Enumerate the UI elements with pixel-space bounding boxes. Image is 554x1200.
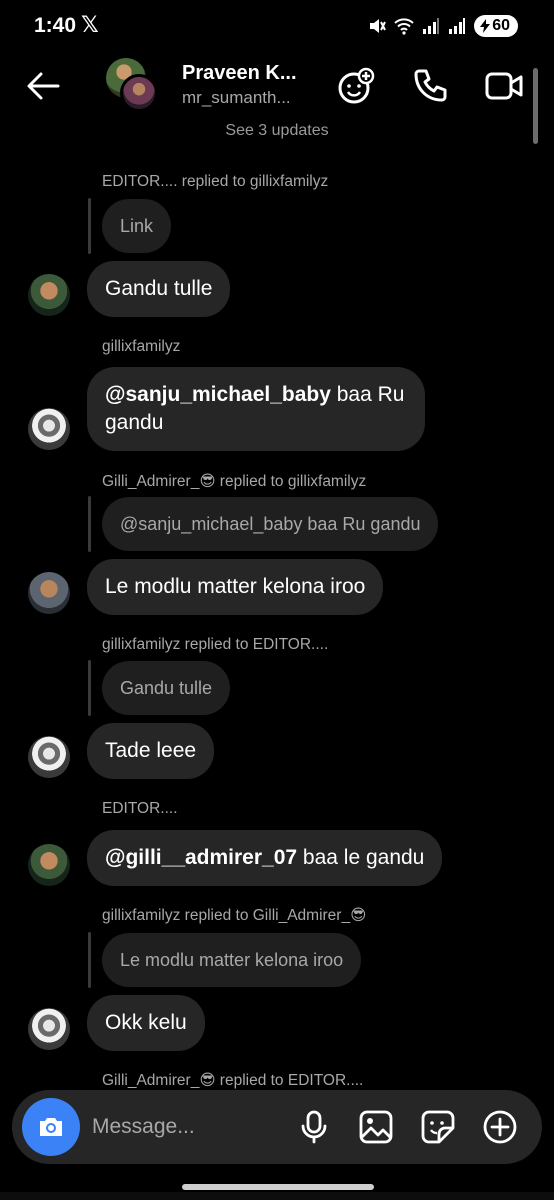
x-app-icon: 𝕏 <box>81 12 99 37</box>
message-meta: gillixfamilyz replied to EDITOR.... <box>102 636 329 653</box>
message-meta: gillixfamilyz <box>102 338 181 355</box>
avatar[interactable] <box>28 408 70 450</box>
image-icon[interactable] <box>358 1109 394 1145</box>
battery-level: 60 <box>492 17 510 34</box>
video-camera-icon[interactable] <box>484 66 524 106</box>
chat-header: Praveen K... mr_sumanth... <box>0 56 554 118</box>
chat-subtitle[interactable]: mr_sumanth... <box>182 88 291 108</box>
reply-indicator <box>88 660 91 716</box>
quoted-message[interactable]: Le modlu matter kelona iroo <box>102 933 362 987</box>
message-bubble[interactable]: Okk kelu <box>87 995 205 1051</box>
avatar[interactable] <box>28 1008 70 1050</box>
status-time: 1:40 <box>34 14 77 37</box>
avatar[interactable] <box>28 844 70 886</box>
message-bubble[interactable]: @sanju_michael_baby baa Ru gandu <box>87 367 425 451</box>
quoted-message[interactable]: Link <box>102 199 172 253</box>
signal-icon <box>423 18 440 34</box>
battery-indicator: 60 <box>474 15 518 37</box>
camera-button[interactable] <box>22 1098 80 1156</box>
sticker-icon[interactable] <box>420 1109 456 1145</box>
message-meta: EDITOR.... replied to gillixfamilyz <box>102 173 329 190</box>
bottom-strip <box>0 1192 554 1200</box>
arrow-left-icon[interactable] <box>24 66 64 106</box>
reply-indicator <box>88 198 91 254</box>
message-bubble[interactable]: @gilli__admirer_07 baa le gandu <box>87 830 443 886</box>
see-updates-link[interactable]: See 3 updates <box>0 122 554 140</box>
message-input[interactable] <box>92 1108 282 1146</box>
message-meta: Gilli_Admirer_😎 replied to gillixfamilyz <box>102 473 367 490</box>
message-meta: gillixfamilyz replied to Gilli_Admirer_😎 <box>102 907 367 924</box>
status-bar: 1:40 𝕏 60 <box>0 0 554 56</box>
signal-icon-2 <box>449 18 466 34</box>
message-composer <box>12 1090 542 1164</box>
message-text: baa le gandu <box>297 846 425 869</box>
wifi-icon <box>394 18 414 35</box>
avatar[interactable] <box>28 572 70 614</box>
microphone-icon[interactable] <box>296 1109 332 1145</box>
phone-icon[interactable] <box>410 66 450 106</box>
avatar <box>120 74 158 112</box>
charging-icon <box>480 19 491 33</box>
message-bubble[interactable]: Tade leee <box>87 723 215 779</box>
mute-icon <box>370 19 387 33</box>
reply-indicator <box>88 496 91 552</box>
chat-title[interactable]: Praveen K... <box>182 62 297 85</box>
message-meta: Gilli_Admirer_😎 replied to EDITOR.... <box>102 1072 364 1089</box>
mention-link[interactable]: @sanju_michael_baby <box>105 383 331 406</box>
avatar[interactable] <box>28 274 70 316</box>
plus-circle-icon[interactable] <box>482 1109 518 1145</box>
camera-icon <box>40 1118 62 1136</box>
reply-indicator <box>88 932 91 988</box>
group-avatar[interactable] <box>106 58 160 112</box>
message-bubble[interactable]: Le modlu matter kelona iroo <box>87 559 384 615</box>
avatar[interactable] <box>28 736 70 778</box>
message-bubble[interactable]: Gandu tulle <box>87 261 231 317</box>
mention-link[interactable]: @gilli__admirer_07 <box>105 846 297 869</box>
quoted-message[interactable]: Gandu tulle <box>102 661 231 715</box>
home-indicator[interactable] <box>182 1184 374 1190</box>
face-plus-icon[interactable] <box>336 66 376 106</box>
status-icons: 60 <box>368 15 518 37</box>
message-meta: EDITOR.... <box>102 800 178 817</box>
quoted-message[interactable]: @sanju_michael_baby baa Ru gandu <box>102 497 439 551</box>
